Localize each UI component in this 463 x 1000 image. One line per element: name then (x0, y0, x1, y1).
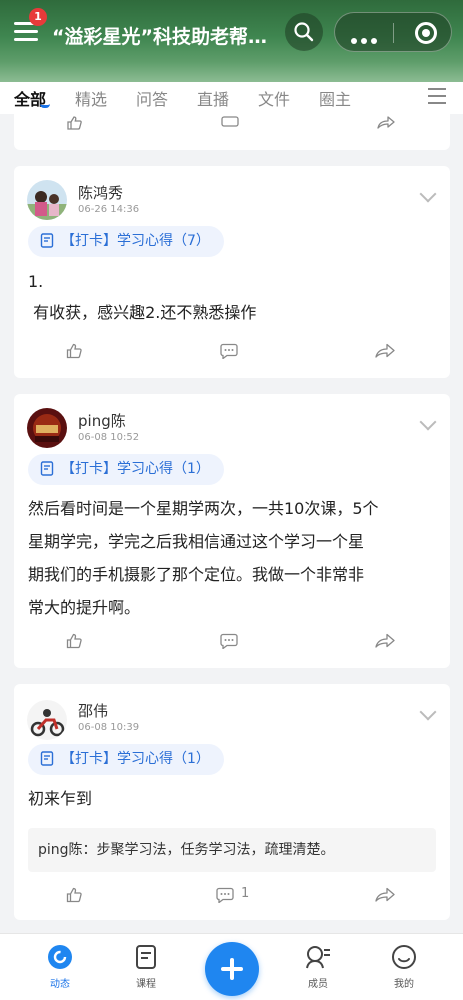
post-card: 陈鸿秀 06-26 14:36 【打卡】学习心得（7） 1. 有收获，感兴趣2.… (14, 166, 450, 378)
avatar[interactable] (27, 408, 67, 448)
chevron-down-icon[interactable] (419, 703, 437, 721)
nav-activity[interactable]: 动态 (30, 944, 90, 990)
activity-icon (48, 945, 72, 969)
top-bar: 1 “溢彩星光”科技助老帮扶活动 (0, 0, 463, 82)
content-line: 然后看时间是一个星期学两次，一共10次课，5个 (28, 499, 379, 518)
content-line: 期我们的手机摄影了那个定位。我做一个非常非 (28, 565, 365, 584)
nav-members[interactable]: 成员 (288, 944, 348, 990)
share-icon[interactable] (377, 116, 395, 130)
comment-icon[interactable] (220, 633, 238, 649)
post-time: 06-26 14:36 (78, 204, 140, 215)
author-name[interactable]: 陈鸿秀 (78, 182, 123, 203)
share-icon[interactable] (375, 343, 395, 359)
topic-tag[interactable]: 【打卡】学习心得（1） (28, 744, 224, 775)
members-icon (306, 946, 330, 969)
content-line: 初来乍到 (28, 789, 93, 808)
author-name[interactable]: ping陈 (78, 410, 126, 431)
chevron-down-icon[interactable] (419, 413, 437, 431)
post-content: 初来乍到 (28, 783, 436, 814)
avatar[interactable] (27, 700, 67, 740)
comment-icon[interactable] (220, 343, 238, 359)
post-time: 06-08 10:52 (78, 432, 140, 443)
comment-preview[interactable]: ping陈：步聚学习法，任务学习法，疏理清楚。 (28, 828, 436, 872)
content-line: 有收获，感兴趣2.还不熟悉操作 (28, 303, 257, 322)
post-card (14, 114, 450, 150)
notification-badge: 1 (29, 8, 47, 26)
search-icon (294, 22, 314, 42)
post-actions (14, 633, 450, 657)
like-icon[interactable] (66, 343, 82, 359)
page-title: “溢彩星光”科技助老帮扶活动 (52, 26, 267, 48)
close-target-icon[interactable] (415, 22, 437, 44)
tab-live[interactable]: 直播 (197, 86, 229, 110)
post-card: ping陈 06-08 10:52 【打卡】学习心得（1） 然后看时间是一个星期… (14, 394, 450, 668)
bottom-nav: 动态 课程 成员 我的 (0, 933, 463, 1000)
nav-label: 动态 (50, 979, 70, 990)
tab-menu-icon[interactable] (428, 88, 446, 109)
topic-tag-label: 【打卡】学习心得（7） (61, 233, 210, 249)
post-card: 邵伟 06-08 10:39 【打卡】学习心得（1） 初来乍到 ping陈：步聚… (14, 684, 450, 920)
topic-tag-label: 【打卡】学习心得（1） (61, 751, 210, 767)
post-actions: 1 (14, 886, 450, 911)
like-icon[interactable] (66, 116, 82, 130)
content-line: 常大的提升啊。 (28, 598, 141, 617)
nav-profile[interactable]: 我的 (374, 944, 434, 990)
miniprogram-capsule (334, 12, 452, 52)
tab-owner[interactable]: 圈主 (319, 86, 351, 110)
comment-icon[interactable] (216, 887, 234, 903)
post-content: 然后看时间是一个星期学两次，一共10次课，5个 星期学完，学完之后我相信通过这个… (28, 492, 436, 624)
nav-label: 成员 (308, 979, 328, 990)
content-line: 星期学完，学完之后我相信通过这个学习一个星 (28, 532, 365, 551)
document-icon (40, 751, 54, 766)
search-button[interactable] (285, 13, 323, 51)
author-name[interactable]: 邵伟 (78, 700, 108, 721)
post-actions (14, 116, 450, 140)
topic-tag[interactable]: 【打卡】学习心得（1） (28, 454, 224, 485)
like-icon[interactable] (66, 887, 82, 903)
content-line: 1. (28, 272, 44, 291)
add-post-button[interactable] (205, 942, 259, 996)
more-icon[interactable] (351, 29, 381, 48)
tab-bar: 全部 精选 问答 直播 文件 圈主 (0, 82, 463, 114)
topic-tag[interactable]: 【打卡】学习心得（7） (28, 226, 224, 257)
tab-qa[interactable]: 问答 (136, 86, 168, 110)
chevron-down-icon[interactable] (419, 185, 437, 203)
document-icon (40, 461, 54, 476)
nav-course[interactable]: 课程 (116, 944, 176, 990)
nav-label: 我的 (394, 979, 414, 990)
active-tab-indicator (40, 104, 50, 108)
topic-tag-label: 【打卡】学习心得（1） (61, 461, 210, 477)
tab-files[interactable]: 文件 (258, 86, 290, 110)
comment-count: 1 (241, 886, 250, 901)
course-icon (136, 945, 156, 969)
share-icon[interactable] (375, 887, 395, 903)
avatar[interactable] (27, 180, 67, 220)
comment-icon[interactable] (221, 116, 239, 130)
like-icon[interactable] (66, 633, 82, 649)
profile-icon (392, 945, 416, 969)
share-icon[interactable] (375, 633, 395, 649)
post-actions (14, 343, 450, 367)
tab-featured[interactable]: 精选 (75, 86, 107, 110)
post-time: 06-08 10:39 (78, 722, 140, 733)
capsule-divider (393, 23, 394, 43)
post-content: 1. 有收获，感兴趣2.还不熟悉操作 (28, 266, 436, 328)
document-icon (40, 233, 54, 248)
nav-label: 课程 (136, 979, 156, 990)
